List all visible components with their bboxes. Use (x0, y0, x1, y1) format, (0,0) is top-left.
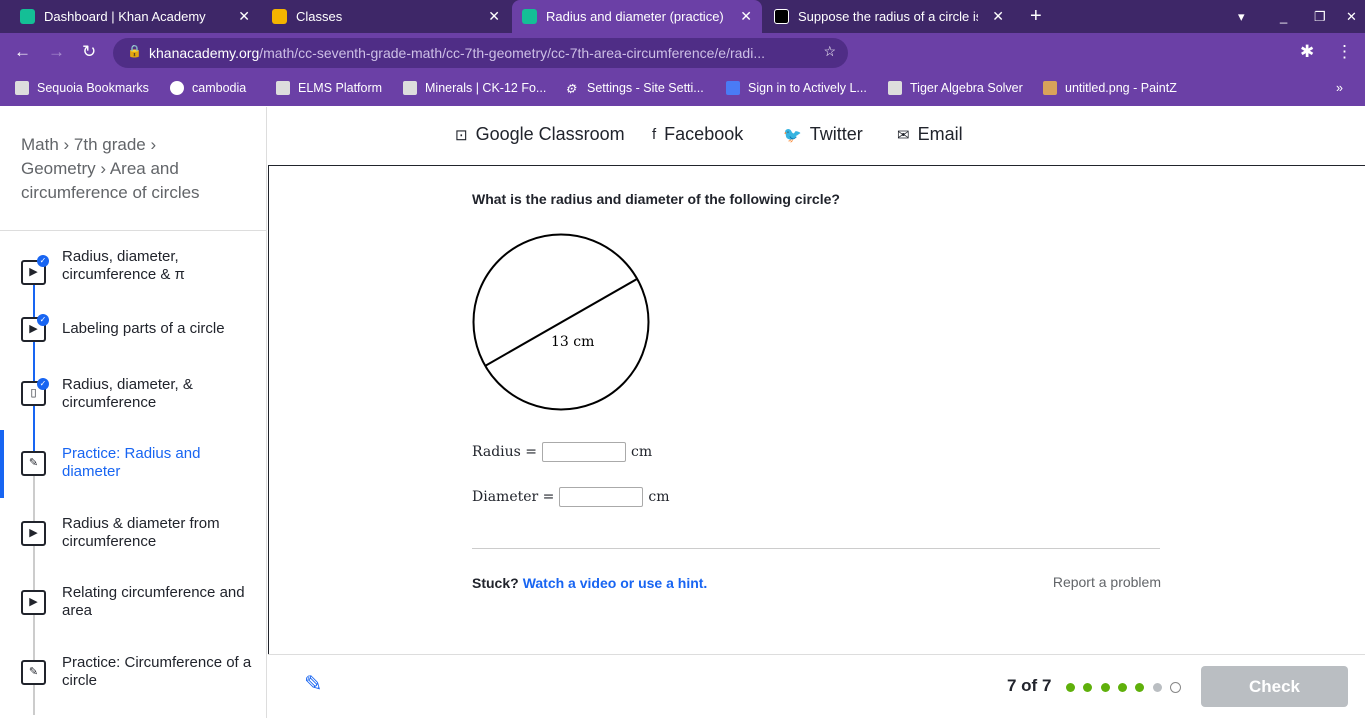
bookmark[interactable]: Tiger Algebra Solver (888, 81, 1023, 95)
video-icon: ▶ (21, 521, 46, 546)
radius-input[interactable] (542, 442, 627, 462)
lock-icon: 🔒 (127, 44, 142, 58)
minimize-icon[interactable]: _ (1270, 0, 1297, 33)
exercise-panel: What is the radius and diameter of the f… (268, 165, 1365, 710)
close-window-icon[interactable]: ✕ (1336, 0, 1365, 33)
progress-dot-correct (1100, 683, 1110, 692)
facebook-icon: f (652, 126, 657, 143)
restore-icon[interactable]: ❐ (1304, 0, 1336, 33)
tab-radius-diameter[interactable]: Radius and diameter (practice) | Khan Ac… (512, 0, 762, 33)
share-twitter[interactable]: 🐦 Twitter (783, 124, 863, 145)
diameter-input[interactable] (559, 487, 644, 507)
check-button[interactable]: Check (1201, 666, 1348, 707)
report-problem-link[interactable]: Report a problem (1053, 574, 1161, 590)
menu-icon[interactable]: ⋮ (1336, 42, 1353, 62)
stuck-help: Stuck? Watch a video or use a hint. (472, 575, 708, 591)
breadcrumb: Math › 7th grade › Geometry › Area and c… (21, 135, 200, 202)
close-tab-icon[interactable]: ✕ (992, 8, 1004, 25)
checkmark-icon: ✓ (37, 378, 49, 390)
bookmark[interactable]: Sign in to Actively L... (726, 81, 867, 95)
browser-toolbar: ← → ↻ 🔒 khanacademy.org/math/cc-seventh-… (0, 33, 1365, 73)
breadcrumb-grade[interactable]: 7th grade (74, 135, 146, 154)
bookmark[interactable]: ELMS Platform (276, 81, 382, 95)
video-icon: ▶ (21, 590, 46, 615)
bookmark-star-icon[interactable]: ☆ (823, 43, 836, 60)
close-tab-icon[interactable]: ✕ (238, 8, 250, 25)
tab-search-icon[interactable]: ▾ (1228, 0, 1255, 33)
classroom-icon: ⊡ (455, 126, 468, 144)
close-tab-icon[interactable]: ✕ (740, 8, 752, 25)
share-email[interactable]: ✉ Email (897, 124, 963, 145)
bookmark[interactable]: Minerals | CK-12 Fo... (403, 81, 546, 95)
hint-link[interactable]: Watch a video or use a hint. (523, 575, 708, 591)
back-icon[interactable]: ← (14, 42, 31, 62)
progress-dot-current (1169, 682, 1181, 693)
pencil-icon: ✎ (21, 451, 46, 476)
question-prompt: What is the radius and diameter of the f… (472, 191, 840, 207)
radius-field: Radius = cm (472, 442, 653, 462)
scratchpad-icon[interactable]: ✎ (304, 671, 322, 697)
problem-count: 7 of 7 (1007, 676, 1052, 695)
exercise-footer: ✎ 7 of 7 Check (268, 654, 1365, 710)
pencil-icon: ✎ (21, 660, 46, 685)
share-facebook[interactable]: f Facebook (652, 124, 743, 145)
progress-dot-correct (1135, 683, 1145, 692)
breadcrumb-math[interactable]: Math (21, 135, 59, 154)
bookmark[interactable]: ⚙ Settings - Site Setti... (565, 81, 704, 96)
extensions-icon[interactable]: ✱ (1300, 42, 1314, 62)
bookmark-folder[interactable]: Sequoia Bookmarks (15, 81, 149, 95)
sidebar: Math › 7th grade › Geometry › Area and c… (0, 107, 267, 718)
bookmark[interactable]: cambodia (170, 81, 246, 95)
diameter-label: 13 cm (551, 334, 594, 350)
progress-dot-correct (1117, 683, 1127, 692)
checkmark-icon: ✓ (37, 255, 49, 267)
circle-figure: 13 cm (472, 233, 650, 411)
diameter-field: Diameter = cm (472, 487, 670, 507)
bookmarks-bar: Sequoia Bookmarks cambodia ELMS Platform… (0, 73, 1365, 106)
address-bar[interactable]: 🔒 khanacademy.org/math/cc-seventh-grade-… (113, 38, 848, 68)
progress-dot-skipped (1152, 683, 1162, 692)
khan-favicon-icon (522, 9, 537, 24)
forward-icon[interactable]: → (48, 42, 65, 62)
breadcrumb-geometry[interactable]: Geometry (21, 159, 96, 178)
progress-dot-correct (1083, 683, 1093, 692)
tab-classes[interactable]: Classes ✕ (262, 0, 510, 33)
browser-tab-bar: Dashboard | Khan Academy ✕ Classes ✕ Radiu… (0, 0, 1365, 33)
tab-suppose-radius[interactable]: Suppose the radius of a circle is ✕ (764, 0, 1014, 33)
close-tab-icon[interactable]: ✕ (488, 8, 500, 25)
email-icon: ✉ (897, 126, 910, 144)
bookmark[interactable]: untitled.png - PaintZ (1043, 81, 1177, 95)
brainly-favicon-icon (774, 9, 789, 24)
classroom-favicon-icon (272, 9, 287, 24)
reload-icon[interactable]: ↻ (82, 42, 96, 62)
new-tab-button[interactable]: + (1020, 0, 1052, 33)
checkmark-icon: ✓ (37, 314, 49, 326)
tab-dashboard[interactable]: Dashboard | Khan Academy ✕ (10, 0, 260, 33)
progress-dot-correct (1066, 683, 1075, 692)
twitter-icon: 🐦 (783, 126, 802, 144)
khan-favicon-icon (20, 9, 35, 24)
more-bookmarks-icon[interactable]: » (1336, 81, 1343, 95)
share-google-classroom[interactable]: ⊡ Google Classroom (455, 124, 625, 145)
